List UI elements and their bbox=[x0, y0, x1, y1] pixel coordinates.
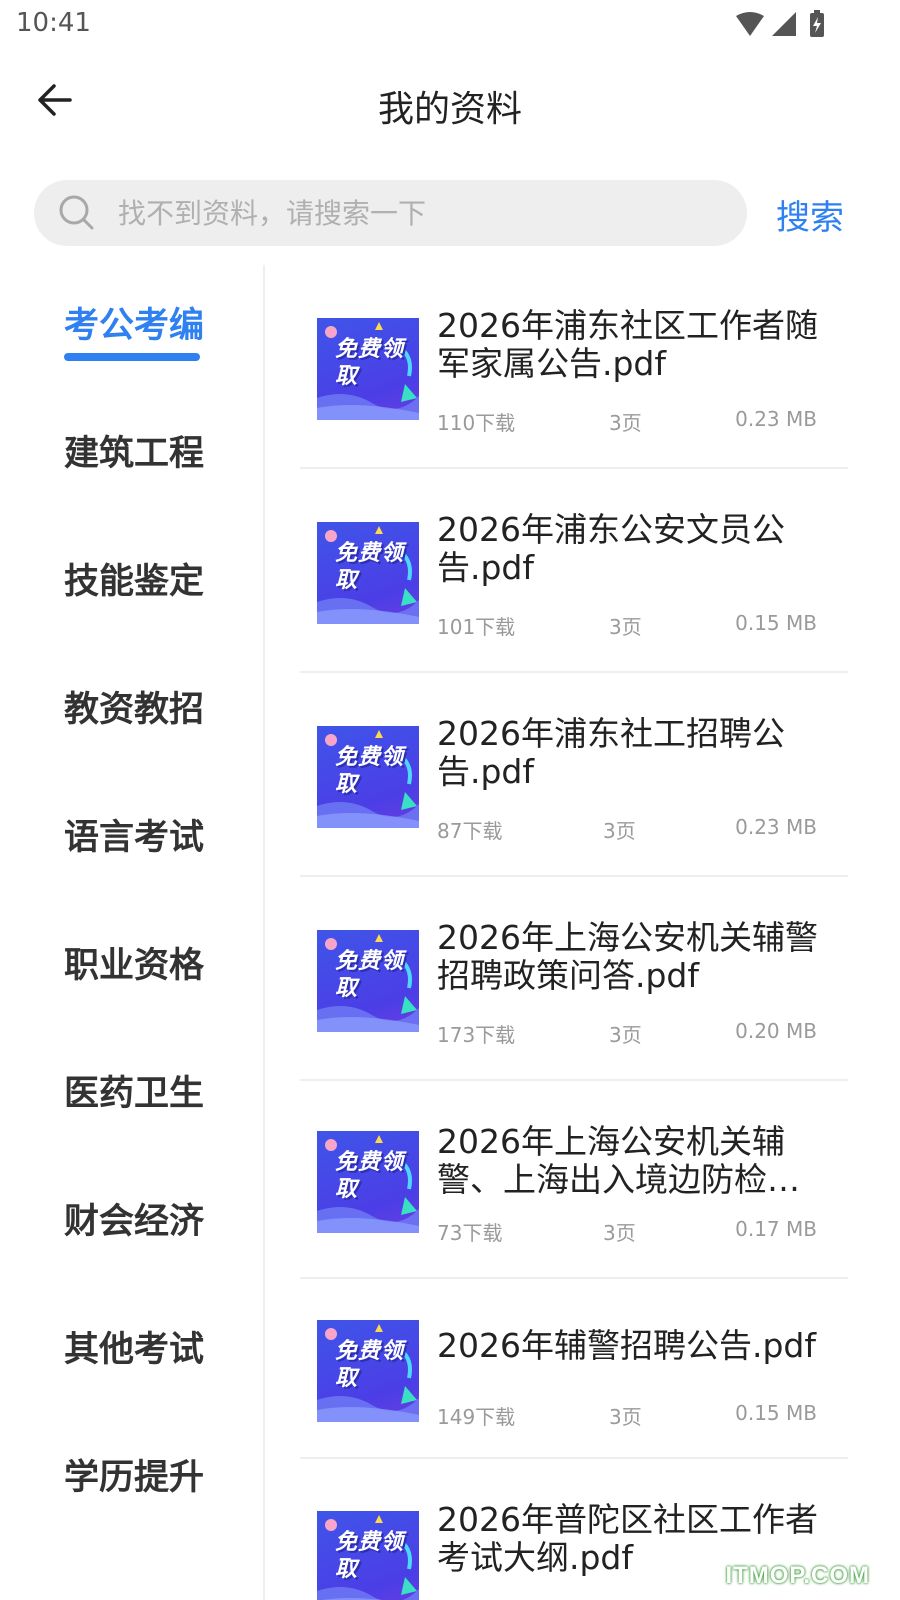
document-meta: 87下载 3页 0.23 MB bbox=[437, 815, 817, 843]
category-label: 学历提升 bbox=[64, 1458, 205, 1498]
document-title: 2026年上海公安机关辅警招聘政策问答.pdf bbox=[437, 919, 818, 995]
search-row: 搜索 bbox=[0, 180, 900, 246]
document-item[interactable]: 免费领取 2026年上海公安机关辅警招聘政策问答.pdf 173下载 3页 0.… bbox=[300, 877, 848, 1081]
search-icon bbox=[59, 195, 94, 230]
page-count: 3页 bbox=[609, 615, 642, 639]
category-item-other[interactable]: 其他考试 bbox=[0, 1289, 263, 1417]
category-label: 建筑工程 bbox=[64, 434, 205, 474]
category-label: 教资教招 bbox=[64, 690, 205, 730]
page-count: 3页 bbox=[603, 1221, 636, 1245]
thumbnail-label: 免费领取 bbox=[335, 745, 405, 797]
status-time: 10:41 bbox=[16, 8, 91, 38]
document-meta: 101下载 3页 0.15 MB bbox=[437, 611, 817, 639]
category-label: 财会经济 bbox=[64, 1202, 205, 1242]
wifi-icon bbox=[736, 12, 764, 36]
search-button[interactable]: 搜索 bbox=[776, 190, 844, 239]
category-item-teacher[interactable]: 教资教招 bbox=[0, 649, 263, 777]
document-thumbnail: 免费领取 bbox=[317, 1511, 419, 1600]
watermark: ITMOP.COM bbox=[725, 1562, 870, 1589]
signal-icon bbox=[772, 12, 796, 36]
document-title: 2026年辅警招聘公告.pdf bbox=[437, 1327, 816, 1365]
category-item-finance[interactable]: 财会经济 bbox=[0, 1161, 263, 1289]
status-bar: 10:41 bbox=[0, 0, 900, 50]
file-size: 0.20 MB bbox=[735, 1019, 817, 1043]
thumbnail-label: 免费领取 bbox=[335, 337, 405, 389]
document-thumbnail: 免费领取 bbox=[317, 930, 419, 1032]
category-label: 技能鉴定 bbox=[64, 562, 205, 602]
category-item-education[interactable]: 学历提升 bbox=[0, 1417, 263, 1545]
file-size: 0.23 MB bbox=[735, 815, 817, 839]
document-thumbnail: 免费领取 bbox=[317, 522, 419, 624]
page-count: 3页 bbox=[609, 1023, 642, 1047]
download-count: 149下载 bbox=[437, 1405, 516, 1429]
category-label: 语言考试 bbox=[64, 818, 205, 858]
page-count: 3页 bbox=[609, 1405, 642, 1429]
document-meta: 110下载 3页 0.23 MB bbox=[437, 407, 817, 435]
document-thumbnail: 免费领取 bbox=[317, 726, 419, 828]
file-size: 0.23 MB bbox=[735, 407, 817, 431]
nav-bar: 我的资料 bbox=[0, 60, 900, 145]
status-icons bbox=[736, 10, 824, 37]
thumbnail-label: 免费领取 bbox=[335, 1530, 405, 1582]
page-count: 3页 bbox=[603, 819, 636, 843]
search-box[interactable] bbox=[34, 180, 747, 246]
page-title: 我的资料 bbox=[377, 89, 522, 130]
document-meta: 149下载 3页 0.15 MB bbox=[437, 1401, 817, 1429]
thumbnail-label: 免费领取 bbox=[335, 1150, 405, 1202]
category-item-medical[interactable]: 医药卫生 bbox=[0, 1033, 263, 1161]
document-item[interactable]: 免费领取 2026年浦东公安文员公告.pdf 101下载 3页 0.15 MB bbox=[300, 469, 848, 673]
file-size: 0.15 MB bbox=[735, 611, 817, 635]
document-meta: 173下载 3页 0.20 MB bbox=[437, 1019, 817, 1047]
document-meta: 73下载 3页 0.17 MB bbox=[437, 1217, 817, 1245]
document-item[interactable]: 免费领取 2026年上海公安机关辅警、上海出入境边防检… 73下载 3页 0.1… bbox=[300, 1081, 848, 1279]
document-thumbnail: 免费领取 bbox=[317, 1131, 419, 1233]
document-thumbnail: 免费领取 bbox=[317, 1320, 419, 1422]
category-item-professional[interactable]: 职业资格 bbox=[0, 905, 263, 1033]
active-category-indicator bbox=[64, 353, 200, 361]
category-label: 职业资格 bbox=[64, 946, 205, 986]
file-size: 0.17 MB bbox=[735, 1217, 817, 1241]
document-title: 2026年上海公安机关辅警、上海出入境边防检… bbox=[437, 1123, 800, 1199]
download-count: 110下载 bbox=[437, 411, 516, 435]
page-count: 3页 bbox=[609, 411, 642, 435]
thumbnail-label: 免费领取 bbox=[335, 541, 405, 593]
battery-icon bbox=[810, 10, 824, 37]
thumbnail-label: 免费领取 bbox=[335, 1339, 405, 1391]
category-label: 其他考试 bbox=[64, 1330, 205, 1370]
category-label: 考公考编 bbox=[64, 306, 205, 346]
document-title: 2026年浦东公安文员公告.pdf bbox=[437, 511, 785, 587]
document-thumbnail: 免费领取 bbox=[317, 318, 419, 420]
document-item[interactable]: 免费领取 2026年辅警招聘公告.pdf 149下载 3页 0.15 MB bbox=[300, 1279, 848, 1459]
category-item-language[interactable]: 语言考试 bbox=[0, 777, 263, 905]
category-label: 医药卫生 bbox=[64, 1074, 205, 1114]
category-item-civil-service[interactable]: 考公考编 bbox=[0, 265, 263, 393]
document-list: 免费领取 2026年浦东社区工作者随军家属公告.pdf 110下载 3页 0.2… bbox=[300, 265, 848, 1600]
download-count: 87下载 bbox=[437, 819, 503, 843]
file-size: 0.15 MB bbox=[735, 1401, 817, 1425]
thumbnail-label: 免费领取 bbox=[335, 949, 405, 1001]
download-count: 101下载 bbox=[437, 615, 516, 639]
category-item-skill-certification[interactable]: 技能鉴定 bbox=[0, 521, 263, 649]
document-item[interactable]: 免费领取 2026年浦东社区工作者随军家属公告.pdf 110下载 3页 0.2… bbox=[300, 265, 848, 469]
download-count: 173下载 bbox=[437, 1023, 516, 1047]
search-input[interactable] bbox=[118, 180, 718, 246]
document-title: 2026年浦东社区工作者随军家属公告.pdf bbox=[437, 307, 818, 383]
category-sidebar: 考公考编 建筑工程 技能鉴定 教资教招 语言考试 职业资格 医药卫生 财会经济 … bbox=[0, 265, 265, 1600]
category-item-construction[interactable]: 建筑工程 bbox=[0, 393, 263, 521]
document-item[interactable]: 免费领取 2026年浦东社工招聘公告.pdf 87下载 3页 0.23 MB bbox=[300, 673, 848, 877]
download-count: 73下载 bbox=[437, 1221, 503, 1245]
document-title: 2026年浦东社工招聘公告.pdf bbox=[437, 715, 785, 791]
